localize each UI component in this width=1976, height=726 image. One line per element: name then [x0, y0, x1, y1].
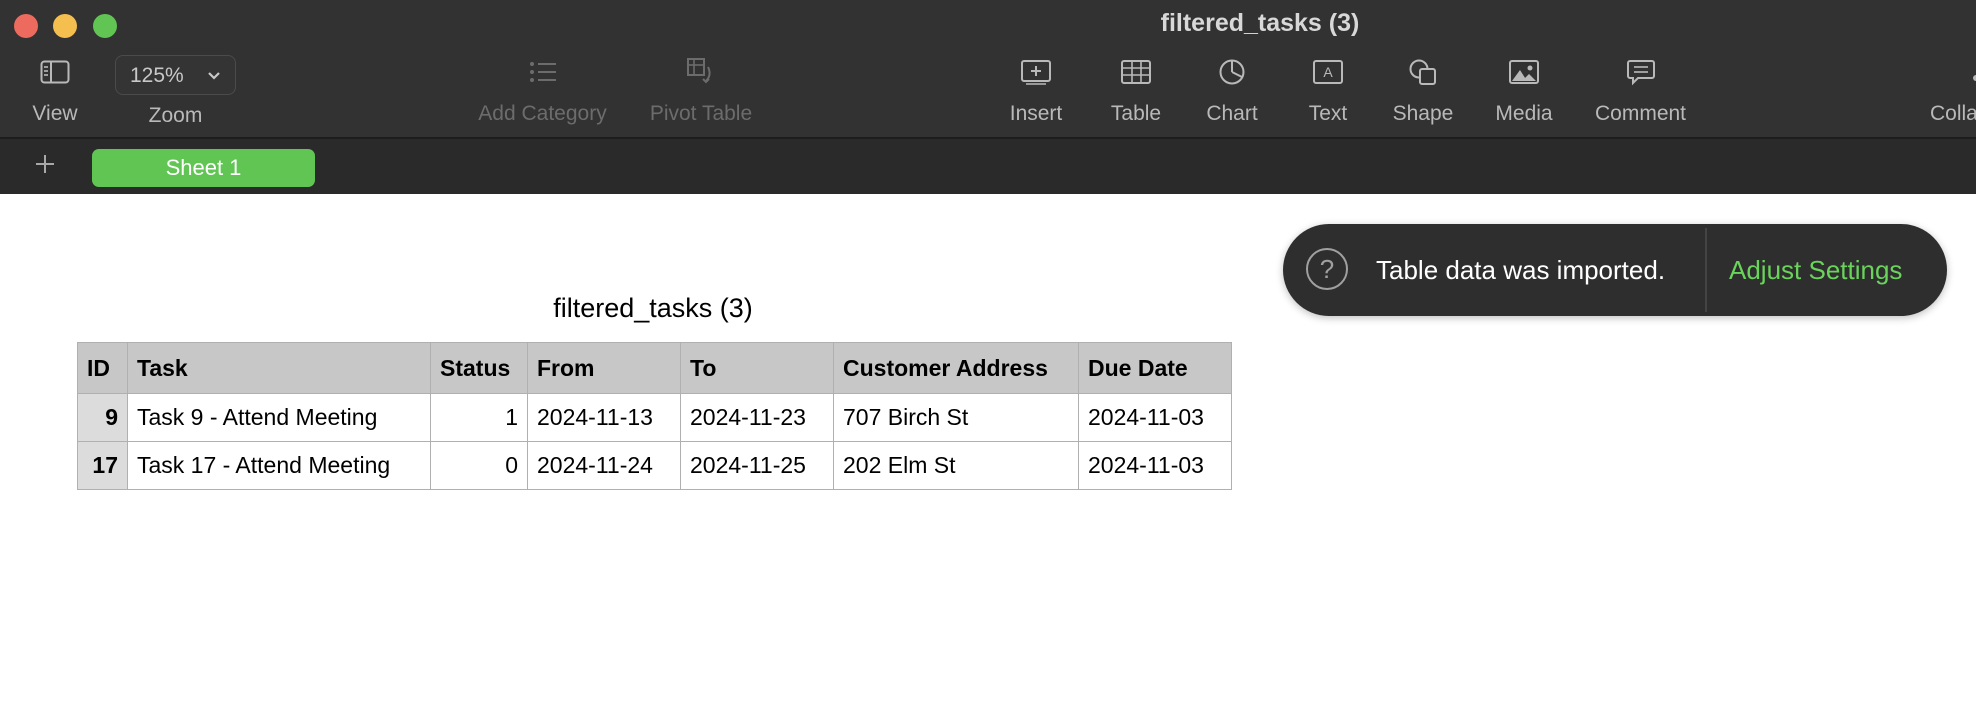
table-header-row: ID Task Status From To Customer Address …: [77, 342, 1232, 394]
sheet-tab[interactable]: Sheet 1: [92, 149, 315, 187]
window-chrome: filtered_tasks (3) View 125% Zoom Add Ca…: [0, 0, 1976, 137]
column-header-due-date[interactable]: Due Date: [1078, 342, 1232, 394]
close-window-button[interactable]: [14, 14, 38, 38]
cell-id[interactable]: 17: [77, 441, 128, 490]
table-row: 17 Task 17 - Attend Meeting 0 2024-11-24…: [77, 441, 1232, 490]
insert-button[interactable]: Insert: [1004, 54, 1068, 126]
minimize-window-button[interactable]: [53, 14, 77, 38]
chevron-down-icon: [207, 56, 221, 96]
text-label: Text: [1308, 102, 1348, 125]
zoom-select[interactable]: 125%: [115, 55, 236, 95]
cell-id[interactable]: 9: [77, 393, 128, 442]
cell-to[interactable]: 2024-11-23: [680, 393, 834, 442]
pivot-table-label: Pivot Table: [649, 102, 753, 125]
collaborate-icon: [1930, 54, 1976, 90]
adjust-settings-button[interactable]: Adjust Settings: [1729, 255, 1902, 286]
chart-label: Chart: [1206, 102, 1258, 125]
view-button[interactable]: View: [27, 54, 83, 126]
comment-icon: [1589, 54, 1692, 90]
sidebar-icon: [27, 54, 83, 90]
column-header-status[interactable]: Status: [430, 342, 528, 394]
zoom-label: Zoom: [148, 104, 203, 127]
text-button[interactable]: A Text: [1304, 54, 1352, 126]
sheet-bar: Sheet 1: [0, 137, 1976, 194]
column-header-customer-address[interactable]: Customer Address: [833, 342, 1079, 394]
shape-icon: [1390, 54, 1456, 90]
column-header-to[interactable]: To: [680, 342, 834, 394]
cell-from[interactable]: 2024-11-24: [527, 441, 681, 490]
comment-label: Comment: [1594, 102, 1687, 125]
shape-label: Shape: [1392, 102, 1454, 125]
cell-customer-address[interactable]: 202 Elm St: [833, 441, 1079, 490]
add-sheet-button[interactable]: [30, 149, 60, 179]
pivot-table-button[interactable]: Pivot Table: [642, 54, 760, 126]
question-circle-icon[interactable]: ?: [1306, 248, 1348, 290]
column-header-id[interactable]: ID: [77, 342, 128, 394]
cell-due-date[interactable]: 2024-11-03: [1078, 393, 1232, 442]
table-row: 9 Task 9 - Attend Meeting 1 2024-11-13 2…: [77, 393, 1232, 442]
add-category-button[interactable]: Add Category: [470, 54, 615, 126]
column-header-task[interactable]: Task: [127, 342, 431, 394]
text-box-icon: A: [1304, 54, 1352, 90]
comment-button[interactable]: Comment: [1589, 54, 1692, 126]
media-label: Media: [1495, 102, 1553, 125]
view-label: View: [32, 102, 78, 125]
cell-task[interactable]: Task 9 - Attend Meeting: [127, 393, 431, 442]
import-notification: ? Table data was imported. Adjust Settin…: [1283, 224, 1947, 316]
window-title: filtered_tasks (3): [1160, 9, 1360, 37]
collaborate-label: Colla: [1930, 102, 1976, 125]
photo-icon: [1491, 54, 1557, 90]
table-button[interactable]: Table: [1104, 54, 1168, 126]
data-table: ID Task Status From To Customer Address …: [77, 342, 1232, 490]
pivot-table-icon: [642, 54, 760, 90]
insert-label: Insert: [1009, 102, 1063, 125]
notification-message: Table data was imported.: [1376, 255, 1666, 285]
insert-icon: [1004, 54, 1068, 90]
table-icon: [1104, 54, 1168, 90]
maximize-window-button[interactable]: [93, 14, 117, 38]
cell-due-date[interactable]: 2024-11-03: [1078, 441, 1232, 490]
zoom-value: 125%: [130, 64, 184, 87]
cell-customer-address[interactable]: 707 Birch St: [833, 393, 1079, 442]
table-label: Table: [1110, 102, 1162, 125]
cell-to[interactable]: 2024-11-25: [680, 441, 834, 490]
list-icon: [470, 54, 615, 90]
cell-from[interactable]: 2024-11-13: [527, 393, 681, 442]
add-category-label: Add Category: [478, 102, 607, 125]
cell-status[interactable]: 1: [430, 393, 528, 442]
plus-icon: [36, 155, 54, 173]
notification-divider: [1705, 228, 1707, 312]
collaborate-button[interactable]: Colla: [1930, 54, 1976, 126]
media-button[interactable]: Media: [1491, 54, 1557, 126]
cell-status[interactable]: 0: [430, 441, 528, 490]
shape-button[interactable]: Shape: [1390, 54, 1456, 126]
cell-task[interactable]: Task 17 - Attend Meeting: [127, 441, 431, 490]
svg-text:A: A: [1323, 64, 1333, 80]
table-title: filtered_tasks (3): [553, 293, 753, 323]
chart-button[interactable]: Chart: [1201, 54, 1263, 126]
column-header-from[interactable]: From: [527, 342, 681, 394]
pie-chart-icon: [1201, 54, 1263, 90]
